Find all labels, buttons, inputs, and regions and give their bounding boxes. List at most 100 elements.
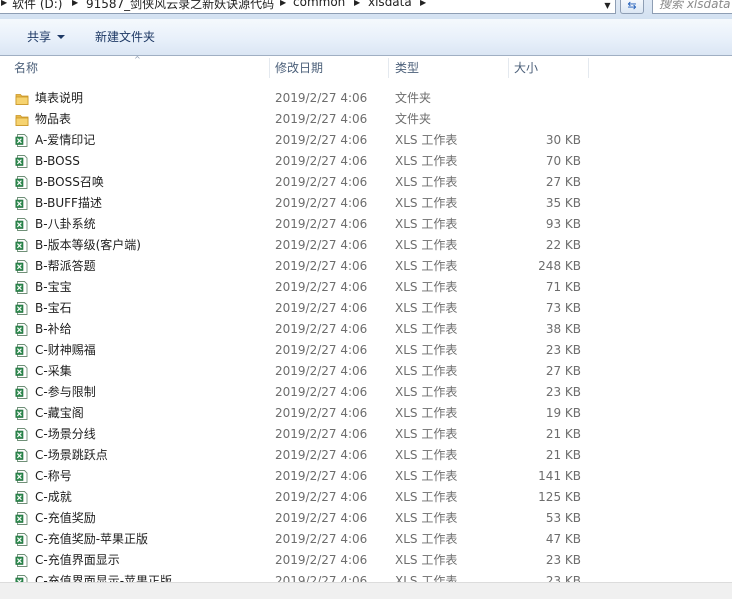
file-date: 2019/2/27 4:06: [275, 301, 368, 315]
column-divider[interactable]: [269, 58, 270, 78]
file-name: C-场景跳跃点: [35, 448, 108, 462]
list-item[interactable]: B-帮派答题 2019/2/27 4:06 XLS 工作表 248 KB: [0, 256, 732, 277]
breadcrumb-project-folder[interactable]: 91587_剑侠风云录之新妖诀源代码: [86, 0, 274, 12]
list-item[interactable]: C-充值界面显示-苹果正版 2019/2/27 4:06 XLS 工作表 23 KB: [0, 571, 732, 582]
file-date: 2019/2/27 4:06: [275, 280, 368, 294]
column-divider[interactable]: [588, 58, 589, 78]
file-date: 2019/2/27 4:06: [275, 553, 368, 567]
breadcrumb-separator-icon[interactable]: ▶: [1, 0, 7, 7]
refresh-icon[interactable]: ⇆: [620, 0, 644, 14]
folder-icon: [15, 91, 29, 106]
list-item[interactable]: C-充值奖励-苹果正版 2019/2/27 4:06 XLS 工作表 47 KB: [0, 529, 732, 550]
xls-file-icon: [15, 343, 29, 358]
list-item[interactable]: C-场景跳跃点 2019/2/27 4:06 XLS 工作表 21 KB: [0, 445, 732, 466]
file-type: XLS 工作表: [395, 133, 458, 147]
file-size: 35 KB: [545, 196, 581, 210]
column-header-date[interactable]: 修改日期: [275, 56, 323, 80]
file-name: C-财神赐福: [35, 343, 96, 357]
file-name: C-充值界面显示-苹果正版: [35, 574, 173, 582]
search-input[interactable]: 搜索 xlsdata: [652, 0, 732, 14]
list-item[interactable]: C-财神赐福 2019/2/27 4:06 XLS 工作表 23 KB: [0, 340, 732, 361]
list-item[interactable]: B-BOSS 2019/2/27 4:06 XLS 工作表 70 KB: [0, 151, 732, 172]
file-type: XLS 工作表: [395, 427, 458, 441]
list-item[interactable]: C-场景分线 2019/2/27 4:06 XLS 工作表 21 KB: [0, 424, 732, 445]
xls-file-icon: [15, 574, 29, 582]
breadcrumb-separator-icon[interactable]: ▶: [72, 0, 78, 7]
file-type: XLS 工作表: [395, 385, 458, 399]
list-item[interactable]: C-采集 2019/2/27 4:06 XLS 工作表 27 KB: [0, 361, 732, 382]
column-divider[interactable]: [508, 58, 509, 78]
xls-file-icon: [15, 301, 29, 316]
file-type: XLS 工作表: [395, 532, 458, 546]
list-item[interactable]: B-宝宝 2019/2/27 4:06 XLS 工作表 71 KB: [0, 277, 732, 298]
horizontal-scrollbar[interactable]: [0, 582, 732, 599]
column-header-name[interactable]: 名称: [14, 56, 38, 80]
list-item[interactable]: B-版本等级(客户端) 2019/2/27 4:06 XLS 工作表 22 KB: [0, 235, 732, 256]
list-item[interactable]: B-补给 2019/2/27 4:06 XLS 工作表 38 KB: [0, 319, 732, 340]
new-folder-button[interactable]: 新建文件夹: [95, 28, 155, 46]
xls-file-icon: [15, 364, 29, 379]
list-item[interactable]: 填表说明 2019/2/27 4:06 文件夹: [0, 88, 732, 109]
file-type: XLS 工作表: [395, 490, 458, 504]
file-date: 2019/2/27 4:06: [275, 112, 368, 126]
xls-file-icon: [15, 196, 29, 211]
file-name: C-成就: [35, 490, 72, 504]
share-button[interactable]: 共享: [27, 28, 66, 46]
file-size: 27 KB: [545, 364, 581, 378]
file-name: C-采集: [35, 364, 72, 378]
file-size: 71 KB: [545, 280, 581, 294]
breadcrumb-separator-icon[interactable]: ▶: [420, 0, 426, 7]
list-item[interactable]: B-宝石 2019/2/27 4:06 XLS 工作表 73 KB: [0, 298, 732, 319]
list-item[interactable]: C-充值界面显示 2019/2/27 4:06 XLS 工作表 23 KB: [0, 550, 732, 571]
list-item[interactable]: A-爱情印记 2019/2/27 4:06 XLS 工作表 30 KB: [0, 130, 732, 151]
file-size: 248 KB: [538, 259, 581, 273]
breadcrumb-common[interactable]: common: [293, 0, 345, 9]
file-name: C-场景分线: [35, 427, 96, 441]
list-item[interactable]: C-藏宝阁 2019/2/27 4:06 XLS 工作表 19 KB: [0, 403, 732, 424]
file-name: 填表说明: [35, 91, 84, 105]
breadcrumb-separator-icon[interactable]: ▶: [280, 0, 286, 7]
column-header-size[interactable]: 大小: [514, 56, 538, 80]
column-divider[interactable]: [388, 58, 389, 78]
list-item[interactable]: 物品表 2019/2/27 4:06 文件夹: [0, 109, 732, 130]
list-item[interactable]: C-参与限制 2019/2/27 4:06 XLS 工作表 23 KB: [0, 382, 732, 403]
file-size: 21 KB: [545, 448, 581, 462]
file-type: XLS 工作表: [395, 196, 458, 210]
file-type: XLS 工作表: [395, 259, 458, 273]
file-list[interactable]: 填表说明 2019/2/27 4:06 文件夹 物品表 2019/2/27 4:06 文件…: [0, 88, 732, 582]
list-item[interactable]: C-称号 2019/2/27 4:06 XLS 工作表 141 KB: [0, 466, 732, 487]
breadcrumb-separator-icon[interactable]: ▶: [354, 0, 360, 7]
file-date: 2019/2/27 4:06: [275, 511, 368, 525]
file-type: XLS 工作表: [395, 343, 458, 357]
file-date: 2019/2/27 4:06: [275, 532, 368, 546]
file-size: 70 KB: [545, 154, 581, 168]
xls-file-icon: [15, 259, 29, 274]
breadcrumb-xlsdata[interactable]: xlsdata: [368, 0, 412, 9]
address-history-dropdown-icon[interactable]: ▼: [600, 0, 615, 13]
list-item[interactable]: C-成就 2019/2/27 4:06 XLS 工作表 125 KB: [0, 487, 732, 508]
file-name: B-版本等级(客户端): [35, 238, 141, 252]
command-bar: 共享 新建文件夹: [0, 19, 732, 56]
file-type: XLS 工作表: [395, 364, 458, 378]
file-date: 2019/2/27 4:06: [275, 574, 368, 582]
file-size: 27 KB: [545, 175, 581, 189]
xls-file-icon: [15, 238, 29, 253]
file-name: B-BUFF描述: [35, 196, 102, 210]
file-date: 2019/2/27 4:06: [275, 238, 368, 252]
file-type: XLS 工作表: [395, 175, 458, 189]
list-item[interactable]: B-八卦系统 2019/2/27 4:06 XLS 工作表 93 KB: [0, 214, 732, 235]
file-type: XLS 工作表: [395, 448, 458, 462]
file-name: B-宝石: [35, 301, 72, 315]
file-type: XLS 工作表: [395, 469, 458, 483]
list-item[interactable]: B-BUFF描述 2019/2/27 4:06 XLS 工作表 35 KB: [0, 193, 732, 214]
xls-file-icon: [15, 490, 29, 505]
file-date: 2019/2/27 4:06: [275, 385, 368, 399]
file-date: 2019/2/27 4:06: [275, 217, 368, 231]
breadcrumb-drive[interactable]: 软件 (D:): [12, 0, 62, 12]
file-size: 93 KB: [545, 217, 581, 231]
file-date: 2019/2/27 4:06: [275, 154, 368, 168]
list-item[interactable]: C-充值奖励 2019/2/27 4:06 XLS 工作表 53 KB: [0, 508, 732, 529]
list-item[interactable]: B-BOSS召唤 2019/2/27 4:06 XLS 工作表 27 KB: [0, 172, 732, 193]
column-header-type[interactable]: 类型: [395, 56, 419, 80]
address-bar[interactable]: ▶ 软件 (D:) ▶ 91587_剑侠风云录之新妖诀源代码 ▶ common …: [0, 0, 616, 14]
